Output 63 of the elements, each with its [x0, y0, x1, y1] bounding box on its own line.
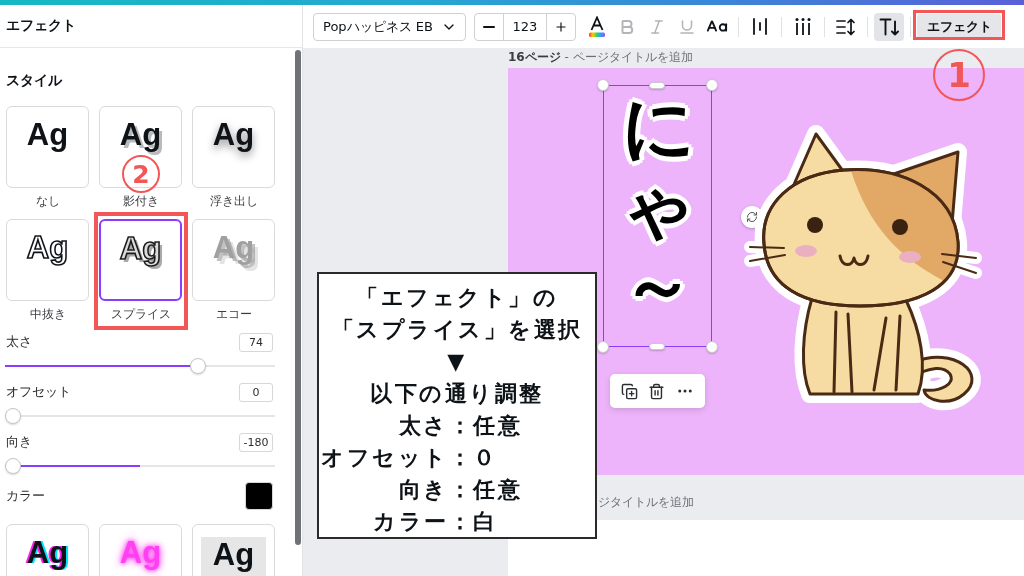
number-field[interactable]: -180 [239, 432, 273, 452]
vertical-text-icon [879, 17, 899, 36]
resize-handle[interactable] [706, 341, 718, 353]
slider-thumb[interactable] [5, 408, 21, 424]
style-tile[interactable]: Ag [192, 106, 275, 188]
setting-label: オフセット [6, 383, 71, 401]
callout-text: 「スプライス」を選択 [330, 316, 584, 344]
text-color-icon [587, 15, 607, 38]
style-tile[interactable]: Ag [6, 219, 89, 301]
callout-value: 白 [473, 508, 499, 536]
style-label: なし [35, 194, 60, 208]
resize-handle[interactable] [706, 79, 718, 91]
effects-button[interactable]: エフェクト [917, 14, 1001, 39]
minus-icon [482, 25, 495, 28]
rotate-icon [746, 211, 758, 223]
resize-handle[interactable] [649, 343, 665, 350]
section-title: スタイル [6, 72, 63, 88]
underline-icon [678, 17, 696, 36]
setting-label: 向き [6, 433, 32, 451]
callout-value: 任意 [473, 476, 523, 504]
page-title[interactable]: ジタイトルを追加 [598, 495, 694, 509]
style-label: エコー [215, 307, 252, 321]
letter-spacing-icon [795, 18, 811, 35]
align-icon [752, 18, 768, 35]
callout-label: 太さ： [397, 412, 473, 440]
panel-title: エフェクト [6, 17, 76, 35]
style-label: 影付き [122, 194, 159, 208]
italic-icon [648, 17, 666, 36]
line-spacing-icon [836, 17, 856, 36]
vertical-text[interactable]: にゃ～ [621, 88, 694, 346]
resize-handle[interactable] [649, 82, 665, 89]
trash-icon[interactable] [648, 382, 666, 400]
style-label: 中抜き [29, 307, 66, 321]
duplicate-icon[interactable] [621, 382, 639, 400]
slider-thumb[interactable] [190, 358, 207, 374]
callout-label: 向き： [397, 476, 473, 504]
number-field[interactable]: 0 [239, 382, 273, 402]
callout-text: ▼ [446, 348, 468, 376]
setting-label: カラー [6, 487, 45, 505]
setting-label: 太さ [6, 333, 32, 351]
callout-text: 「エフェクト」の [355, 284, 559, 312]
vertical-text-button[interactable] [874, 12, 904, 41]
callout-text: 以下の通り調整 [369, 380, 545, 408]
callout-value: ０ [473, 444, 499, 472]
callout-label: オフセット： [321, 444, 473, 472]
slider-thumb[interactable] [5, 458, 21, 474]
plus-icon [554, 19, 569, 34]
color-swatch[interactable] [245, 482, 273, 510]
scrollbar[interactable] [295, 50, 301, 545]
step-marker: 2 [122, 155, 160, 193]
font-size-field[interactable]: 123 [502, 13, 548, 40]
resize-handle[interactable] [597, 79, 609, 91]
style-tile[interactable]: Ag [6, 524, 89, 576]
page-title[interactable]: 16ページ - ページタイトルを追加 [508, 49, 693, 65]
style-tile[interactable]: Ag [6, 106, 89, 188]
callout-label: カラー： [372, 508, 473, 536]
font-dropdown[interactable]: Popハッピネス EB [313, 12, 466, 41]
style-tile[interactable]: Ag [192, 524, 275, 576]
callout-value: 任意 [473, 412, 523, 440]
style-label: スプライス [110, 307, 171, 321]
number-field[interactable]: 74 [239, 332, 273, 352]
style-label: 浮き出し [209, 194, 258, 208]
resize-handle[interactable] [597, 341, 609, 353]
